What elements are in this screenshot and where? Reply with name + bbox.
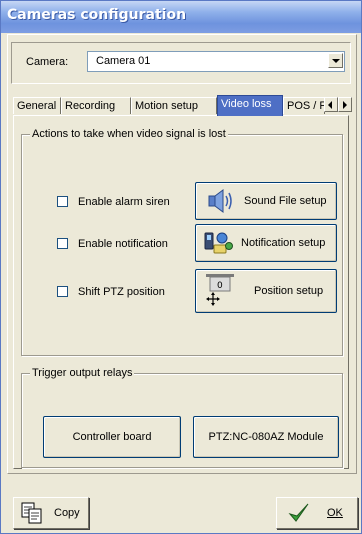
tab-motion-setup[interactable]: Motion setup <box>131 97 217 114</box>
copy-button[interactable]: Copy <box>13 497 89 529</box>
checkbox-box[interactable] <box>57 238 68 249</box>
button-label: Sound File setup <box>244 195 327 207</box>
tab-label: General <box>17 100 57 112</box>
tab-strip: General Recording Motion setup Video los… <box>13 95 352 116</box>
checkbox-label: Enable alarm siren <box>78 196 170 208</box>
checkbox-label: Shift PTZ position <box>78 286 165 298</box>
ptz-module-button[interactable]: PTZ:NC-080AZ Module <box>193 416 339 458</box>
tab-label: Recording <box>65 100 116 112</box>
camera-label: Camera: <box>26 56 69 68</box>
tab-scroll-right-icon[interactable] <box>338 97 352 112</box>
checkmark-icon <box>288 503 309 522</box>
speaker-icon <box>208 189 232 213</box>
tab-label: Video loss <box>221 98 272 110</box>
copy-icon <box>21 502 42 524</box>
notification-icon <box>204 232 233 254</box>
tab-label: POS / Fi <box>287 100 325 112</box>
tab-general[interactable]: General <box>13 97 61 114</box>
ok-button[interactable]: OK <box>276 497 358 529</box>
checkbox-box[interactable] <box>57 286 68 297</box>
controller-board-button[interactable]: Controller board <box>43 416 181 458</box>
chevron-down-icon[interactable] <box>328 53 343 68</box>
tab-recording[interactable]: Recording <box>61 97 131 114</box>
title-bar[interactable]: Cameras configuration <box>1 1 361 33</box>
window-title: Cameras configuration <box>7 7 187 23</box>
camera-select[interactable]: Camera 01 <box>87 51 345 72</box>
notification-setup-button[interactable]: Notification setup <box>195 224 337 262</box>
cameras-configuration-window: Cameras configuration Camera: Camera 01 … <box>0 0 362 534</box>
tab-scroll-left-icon[interactable] <box>324 97 338 112</box>
actions-group-title: Actions to take when video signal is los… <box>30 128 228 140</box>
button-label: Controller board <box>72 431 152 443</box>
ptz-position-icon: 0 <box>206 274 234 306</box>
ok-label: OK <box>327 507 343 519</box>
button-label: Notification setup <box>241 237 326 249</box>
checkbox-box[interactable] <box>57 196 68 207</box>
checkbox-label: Enable notification <box>78 238 168 250</box>
camera-select-value: Camera 01 <box>96 55 151 67</box>
tab-video-loss[interactable]: Video loss <box>217 95 283 116</box>
button-label: PTZ:NC-080AZ Module <box>208 431 324 443</box>
tab-pos[interactable]: POS / Fi <box>283 97 325 114</box>
button-label: Position setup <box>254 285 324 297</box>
tab-label: Motion setup <box>135 100 198 112</box>
relays-group-title: Trigger output relays <box>30 367 135 379</box>
copy-label: Copy <box>54 507 80 519</box>
position-setup-button[interactable]: 0 Position setup <box>195 269 337 313</box>
svg-text:0: 0 <box>217 281 223 291</box>
sound-file-setup-button[interactable]: Sound File setup <box>195 182 337 220</box>
